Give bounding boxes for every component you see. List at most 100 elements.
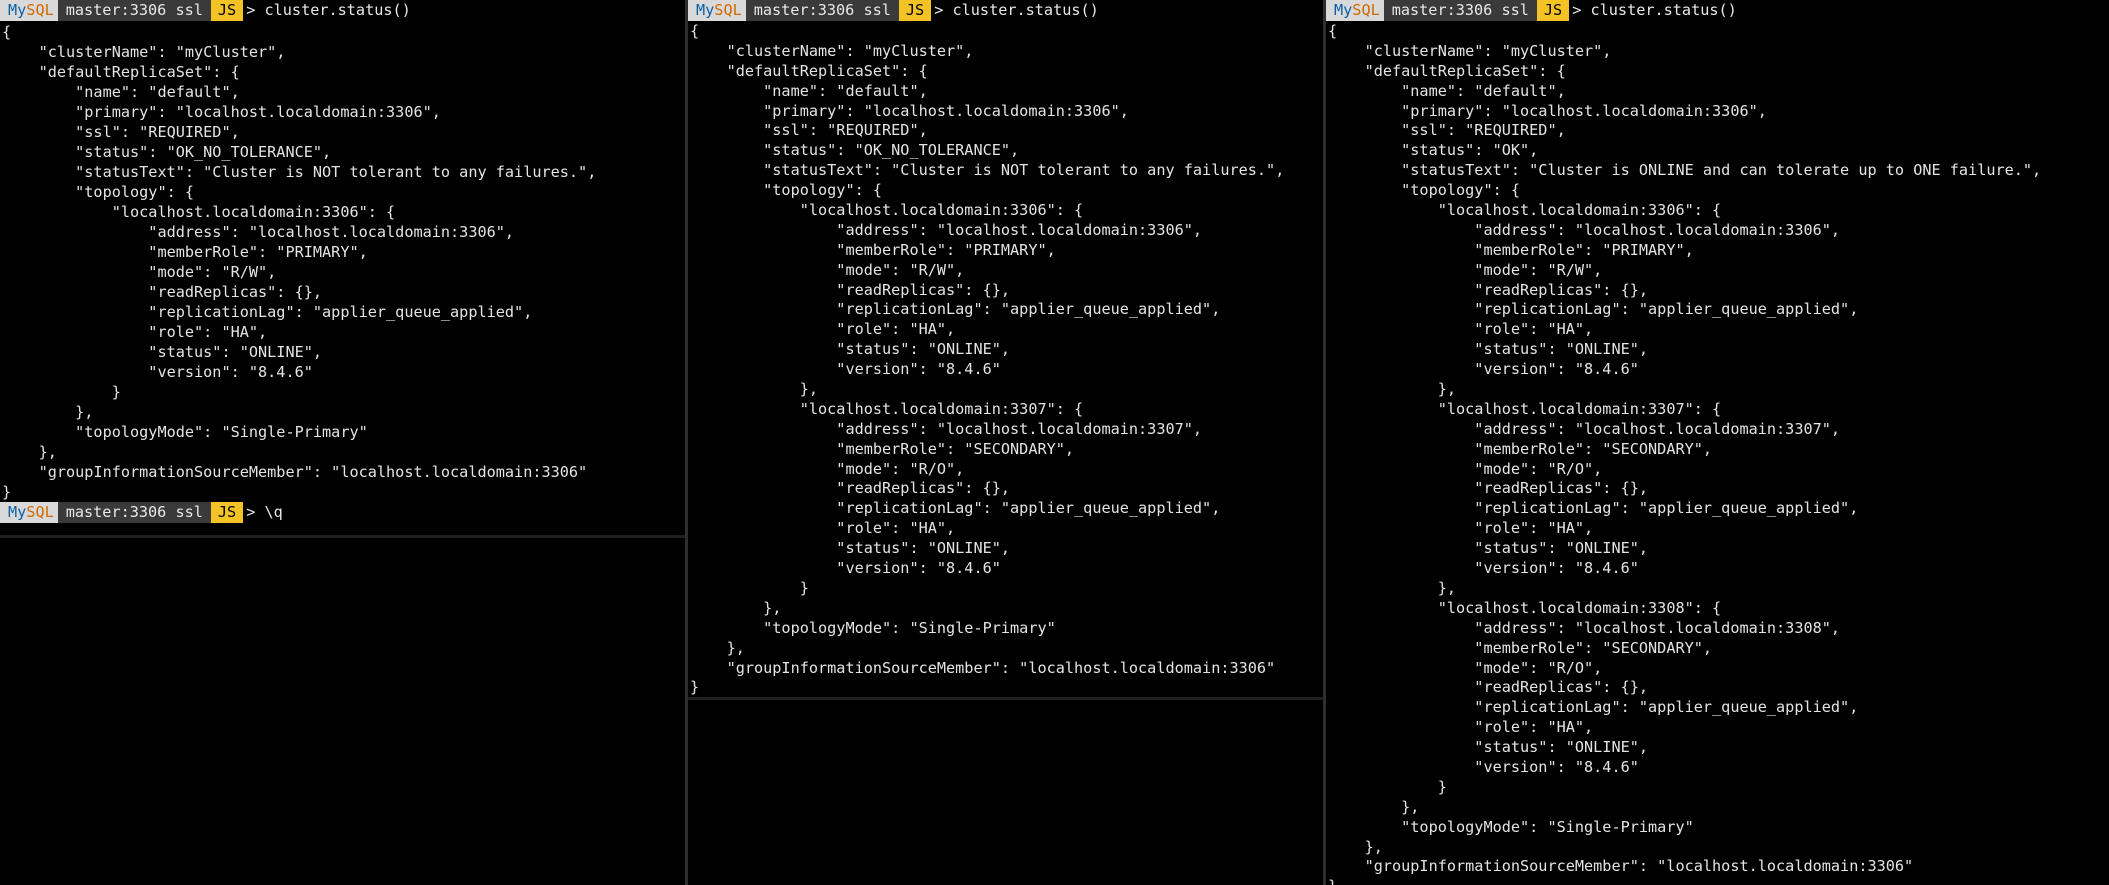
command-output: { "clusterName": "myCluster", "defaultRe… [688, 21, 1323, 698]
terminal-pane-left[interactable]: MySQL master:3306 ssl JS > cluster.statu… [0, 0, 685, 885]
mysql-badge: MySQL [0, 0, 58, 21]
output-line: "version": "8.4.6" [2, 363, 313, 381]
prompt-command: > cluster.status() [246, 1, 411, 19]
output-line: }, [690, 638, 745, 657]
output-line: "role": "HA", [1328, 718, 1594, 737]
output-line: "groupInformationSourceMember": "localho… [1328, 857, 1914, 876]
output-line: "ssl": "REQUIRED", [2, 123, 240, 141]
output-line: "topology": { [2, 183, 195, 201]
mode-badge: JS [898, 0, 932, 21]
output-line: "name": "default", [1328, 81, 1566, 100]
mysql-badge: MySQL [0, 502, 58, 523]
output-line: } [2, 483, 12, 501]
output-line: "primary": "localhost.localdomain:3306", [2, 103, 441, 121]
output-line: "replicationLag": "applier_queue_applied… [1328, 698, 1859, 717]
output-line: "clusterName": "myCluster", [2, 43, 286, 61]
output-line: }, [690, 598, 782, 617]
command-output: { "clusterName": "myCluster", "defaultRe… [1326, 21, 2109, 885]
output-line: "role": "HA", [690, 320, 956, 339]
output-line: "address": "localhost.localdomain:3307", [1328, 419, 1841, 438]
shell-prompt: MySQL master:3306 ssl JS > cluster.statu… [0, 0, 685, 21]
terminal-pane-right[interactable]: MySQL master:3306 ssl JS > cluster.statu… [1326, 0, 2109, 885]
output-line: "name": "default", [690, 81, 928, 100]
output-line: "topologyMode": "Single-Primary" [2, 423, 368, 441]
output-line: "readReplicas": {}, [2, 283, 323, 301]
output-line: "memberRole": "PRIMARY", [690, 240, 1056, 259]
output-line: { [1328, 22, 1338, 40]
output-line: "status": "ONLINE", [1328, 539, 1649, 558]
mysql-badge: MySQL [1326, 0, 1384, 21]
output-line: "readReplicas": {}, [1328, 479, 1649, 498]
prompt-command: > cluster.status() [1572, 1, 1737, 19]
shell-prompt: MySQL master:3306 ssl JS > cluster.statu… [1326, 0, 2109, 21]
output-line: "mode": "R/W", [2, 263, 277, 281]
output-line: "status": "OK_NO_TOLERANCE", [2, 143, 332, 161]
output-line: "mode": "R/W", [1328, 260, 1603, 279]
output-line: }, [1328, 837, 1383, 856]
output-line: "version": "8.4.6" [690, 360, 1001, 379]
mode-badge: JS [1536, 0, 1570, 21]
output-line: "groupInformationSourceMember": "localho… [2, 463, 588, 481]
shell-prompt-second[interactable]: MySQL master:3306 ssl JS > \q [0, 502, 685, 523]
output-line: "status": "ONLINE", [1328, 340, 1649, 359]
output-line: "version": "8.4.6" [1328, 559, 1639, 578]
output-line: }, [1328, 797, 1420, 816]
output-line: "mode": "R/O", [690, 459, 965, 478]
output-line: "statusText": "Cluster is NOT tolerant t… [2, 163, 597, 181]
output-line: "replicationLag": "applier_queue_applied… [690, 499, 1221, 518]
output-line: "localhost.localdomain:3308": { [1328, 598, 1722, 617]
output-line: "name": "default", [2, 83, 240, 101]
connection-badge: master:3306 ssl [57, 0, 211, 21]
output-line: } [1328, 777, 1447, 796]
output-line: "role": "HA", [2, 323, 268, 341]
output-line: "mode": "R/O", [1328, 459, 1603, 478]
output-line: "address": "localhost.localdomain:3306", [1328, 220, 1841, 239]
output-line: "address": "localhost.localdomain:3308", [1328, 618, 1841, 637]
output-line: "clusterName": "myCluster", [690, 41, 974, 60]
output-line: "defaultReplicaSet": { [690, 61, 928, 80]
output-line: "groupInformationSourceMember": "localho… [690, 658, 1276, 677]
output-line: "memberRole": "SECONDARY", [1328, 638, 1713, 657]
prompt-command: > \q [246, 503, 283, 521]
output-line: }, [1328, 578, 1457, 597]
output-line: "replicationLag": "applier_queue_applied… [690, 300, 1221, 319]
output-line: "localhost.localdomain:3306": { [2, 203, 396, 221]
output-line: "readReplicas": {}, [1328, 678, 1649, 697]
connection-badge: master:3306 ssl [57, 502, 211, 523]
output-line: "primary": "localhost.localdomain:3306", [1328, 101, 1767, 120]
command-output: { "clusterName": "myCluster", "defaultRe… [0, 21, 685, 502]
output-line: "statusText": "Cluster is ONLINE and can… [1328, 161, 2042, 180]
output-line: "replicationLag": "applier_queue_applied… [2, 303, 533, 321]
output-line: "address": "localhost.localdomain:3306", [690, 220, 1203, 239]
output-line: "version": "8.4.6" [1328, 360, 1639, 379]
output-line: "memberRole": "SECONDARY", [1328, 439, 1713, 458]
connection-badge: master:3306 ssl [745, 0, 899, 21]
output-line: "readReplicas": {}, [690, 280, 1011, 299]
output-line: "memberRole": "PRIMARY", [1328, 240, 1694, 259]
mode-badge: JS [210, 502, 244, 523]
output-line: } [2, 383, 121, 401]
output-line: "status": "ONLINE", [690, 539, 1011, 558]
output-line: "statusText": "Cluster is NOT tolerant t… [690, 161, 1285, 180]
output-line: "topologyMode": "Single-Primary" [690, 618, 1056, 637]
output-line: "ssl": "REQUIRED", [690, 121, 928, 140]
output-line: }, [1328, 380, 1457, 399]
output-line: "status": "OK_NO_TOLERANCE", [690, 141, 1020, 160]
output-line: "defaultReplicaSet": { [2, 63, 240, 81]
output-line: "readReplicas": {}, [690, 479, 1011, 498]
output-line: "topologyMode": "Single-Primary" [1328, 817, 1694, 836]
output-line: { [2, 23, 12, 41]
output-line: } [690, 578, 809, 597]
output-line: "status": "ONLINE", [1328, 738, 1649, 757]
output-line: "role": "HA", [1328, 519, 1594, 538]
connection-badge: master:3306 ssl [1383, 0, 1537, 21]
output-line: "address": "localhost.localdomain:3307", [690, 419, 1203, 438]
output-line: "defaultReplicaSet": { [1328, 61, 1566, 80]
output-line: "mode": "R/W", [690, 260, 965, 279]
pane-split-divider [688, 697, 1323, 700]
output-line: "status": "ONLINE", [690, 340, 1011, 359]
terminal-pane-middle[interactable]: MySQL master:3306 ssl JS > cluster.statu… [688, 0, 1323, 885]
output-line: "replicationLag": "applier_queue_applied… [1328, 499, 1859, 518]
mode-badge: JS [210, 0, 244, 21]
output-line: }, [690, 380, 819, 399]
